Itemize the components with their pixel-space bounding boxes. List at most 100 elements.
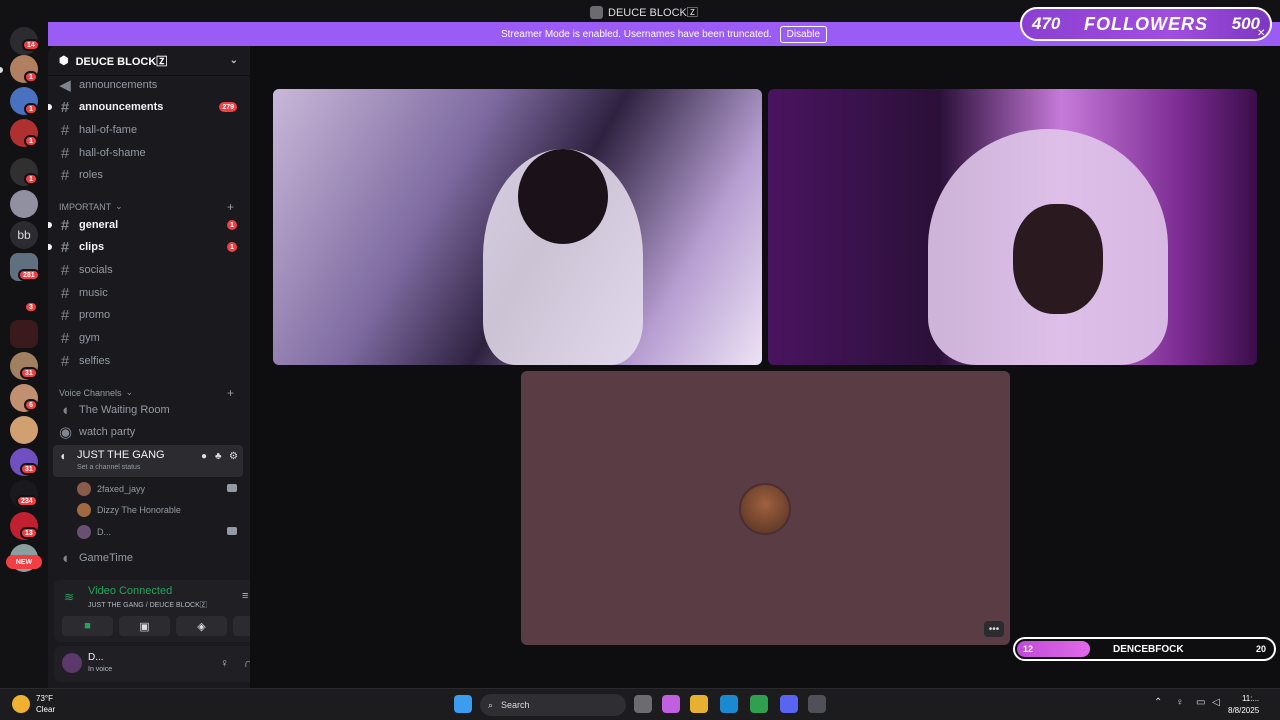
channel-selfies[interactable]: # selfies <box>53 351 243 371</box>
voice-channel-watch-party[interactable]: ◉ watch party <box>53 422 243 442</box>
channel-label: hall-of-fame <box>79 124 138 136</box>
server-badge: 3 <box>24 301 38 313</box>
voice-channel-just-the-gang[interactable]: ◖ JUST THE GANG Set a channel status ● ♣… <box>53 445 243 477</box>
search-label: Search <box>501 700 530 710</box>
server-header[interactable]: ⬢ DEUCE BLOCK🅉 ⌄ <box>48 46 250 76</box>
server-icon-5[interactable] <box>10 190 38 218</box>
camera-icon <box>227 484 237 492</box>
unread-pip <box>48 104 52 110</box>
channel-label: selfies <box>79 355 111 367</box>
chrome-icon[interactable] <box>750 695 768 713</box>
hash-icon: # <box>60 352 70 370</box>
volume-icon[interactable]: ◁ <box>1212 697 1220 708</box>
hash-icon: # <box>60 166 70 184</box>
video-tile-3[interactable]: ••• <box>521 371 1010 645</box>
server-icon-9[interactable] <box>10 416 38 444</box>
app-icon[interactable] <box>808 695 826 713</box>
signal-icon[interactable]: ≋ <box>64 590 80 606</box>
task-view-icon[interactable] <box>634 695 652 713</box>
screen-share-button[interactable]: ▣ <box>119 616 170 636</box>
channel-clips[interactable]: # clips 1 <box>48 237 243 257</box>
channel-label: watch party <box>79 426 136 438</box>
channel-gym[interactable]: # gym <box>53 328 243 348</box>
server-icon <box>590 5 603 19</box>
channel-promo[interactable]: # promo <box>53 305 243 325</box>
hash-icon: # <box>60 329 70 347</box>
hash-icon: # <box>60 216 70 234</box>
video-tile-1[interactable] <box>273 89 762 365</box>
namebar-right-value: 20 <box>1255 644 1266 654</box>
folder-icon[interactable] <box>10 320 38 348</box>
chevron-up-icon[interactable]: ⌃ <box>1154 697 1162 708</box>
voice-username: Dizzy The Honorable <box>97 505 181 515</box>
server-bb-label: bb <box>17 228 31 242</box>
activity-button[interactable]: ◈ <box>176 616 227 636</box>
chevron-down-icon: ⌄ <box>115 201 123 211</box>
followers-goal: 500 <box>1231 14 1260 33</box>
file-explorer-icon[interactable] <box>690 695 708 713</box>
unread-pip <box>0 67 3 73</box>
gear-icon[interactable]: ⚙ <box>229 451 238 462</box>
hash-icon: # <box>60 121 70 139</box>
channel-hall-of-shame[interactable]: # hall-of-shame <box>53 143 243 163</box>
add-channel-icon[interactable]: + <box>227 386 234 400</box>
more-options-button[interactable]: ••• <box>984 621 1004 637</box>
speaker-icon: ◖ <box>59 449 67 463</box>
channel-hall-of-fame[interactable]: # hall-of-fame <box>53 120 243 140</box>
stream-name-overlay: 12 DENCEBFOCK 20 <box>1013 637 1276 661</box>
channel-announcements[interactable]: # announcements 279 <box>48 97 243 117</box>
avatar <box>77 503 91 517</box>
channel-music[interactable]: # music <box>53 283 243 303</box>
clock[interactable]: 11:... 8/8/2025 <box>1228 693 1259 717</box>
stage-icon: ◉ <box>59 424 73 441</box>
camera-icon <box>227 527 237 535</box>
participant-head <box>518 149 608 244</box>
search-icon: ⌕ <box>488 699 494 710</box>
taskbar-search[interactable]: ⌕ Search <box>480 694 626 716</box>
camera-button[interactable]: ■ <box>62 616 113 636</box>
chat-icon[interactable]: ● <box>201 451 207 462</box>
invite-icon[interactable]: ♣ <box>215 451 222 462</box>
add-channel-icon[interactable]: + <box>227 200 234 214</box>
channel-roles[interactable]: # roles <box>53 165 243 185</box>
channel-status-prompt[interactable]: Set a channel status <box>77 464 140 471</box>
disable-streamer-mode-button[interactable]: Disable <box>779 25 828 43</box>
category-label: IMPORTANT <box>59 201 112 212</box>
channel-label: announcements <box>79 101 164 113</box>
channel-socials[interactable]: # socials <box>53 260 243 280</box>
weather-widget[interactable]: 73°F Clear <box>12 693 55 715</box>
mention-badge: 279 <box>219 102 237 112</box>
display-icon[interactable]: ▭ <box>1196 697 1205 708</box>
voice-user-3[interactable]: D... <box>77 523 243 541</box>
video-tile-2[interactable] <box>768 89 1257 365</box>
noise-suppression-icon[interactable]: ≡ <box>242 590 248 602</box>
channel-general[interactable]: # general 1 <box>48 215 243 235</box>
discord-window: DEUCE BLOCK🅉 Streamer Mode is enabled. U… <box>0 0 1280 720</box>
server-badge: 13 <box>20 527 38 539</box>
category-important[interactable]: IMPORTANT ⌄ + <box>59 200 239 214</box>
edge-icon[interactable] <box>720 695 738 713</box>
voice-channel-waiting-room[interactable]: ◖ The Waiting Room <box>53 400 243 420</box>
channel-sidebar: ⬢ DEUCE BLOCK🅉 ⌄ ◀ announcements # annou… <box>48 46 290 688</box>
start-icon[interactable] <box>454 695 472 713</box>
close-icon[interactable]: ✕ <box>1257 28 1265 39</box>
microphone-icon[interactable]: ♀ <box>220 656 229 670</box>
channel-announcements-feed[interactable]: ◀ announcements <box>53 75 243 95</box>
voice-channel-gametime[interactable]: ◖ GameTime <box>53 548 243 568</box>
voice-user-1[interactable]: 2faxed_jayy <box>77 480 243 498</box>
followers-goal-overlay: 470 FOLLOWERS 500 <box>1020 7 1272 41</box>
banner-text: Streamer Mode is enabled. Usernames have… <box>500 28 772 40</box>
category-voice-channels[interactable]: Voice Channels ⌄ + <box>59 386 239 400</box>
microphone-icon[interactable]: ♀ <box>1176 697 1184 708</box>
avatar[interactable] <box>62 653 82 673</box>
server-icon-bb[interactable]: bb <box>10 221 38 249</box>
username[interactable]: D... <box>88 652 104 663</box>
avatar <box>77 525 91 539</box>
voice-user-2[interactable]: Dizzy The Honorable <box>77 501 243 519</box>
copilot-icon[interactable] <box>662 695 680 713</box>
server-badge: 1 <box>24 103 38 115</box>
user-status: In voice <box>88 666 113 673</box>
connection-status[interactable]: Video Connected <box>88 585 172 597</box>
discord-icon[interactable] <box>780 695 798 713</box>
server-badge: 1 <box>24 135 38 147</box>
